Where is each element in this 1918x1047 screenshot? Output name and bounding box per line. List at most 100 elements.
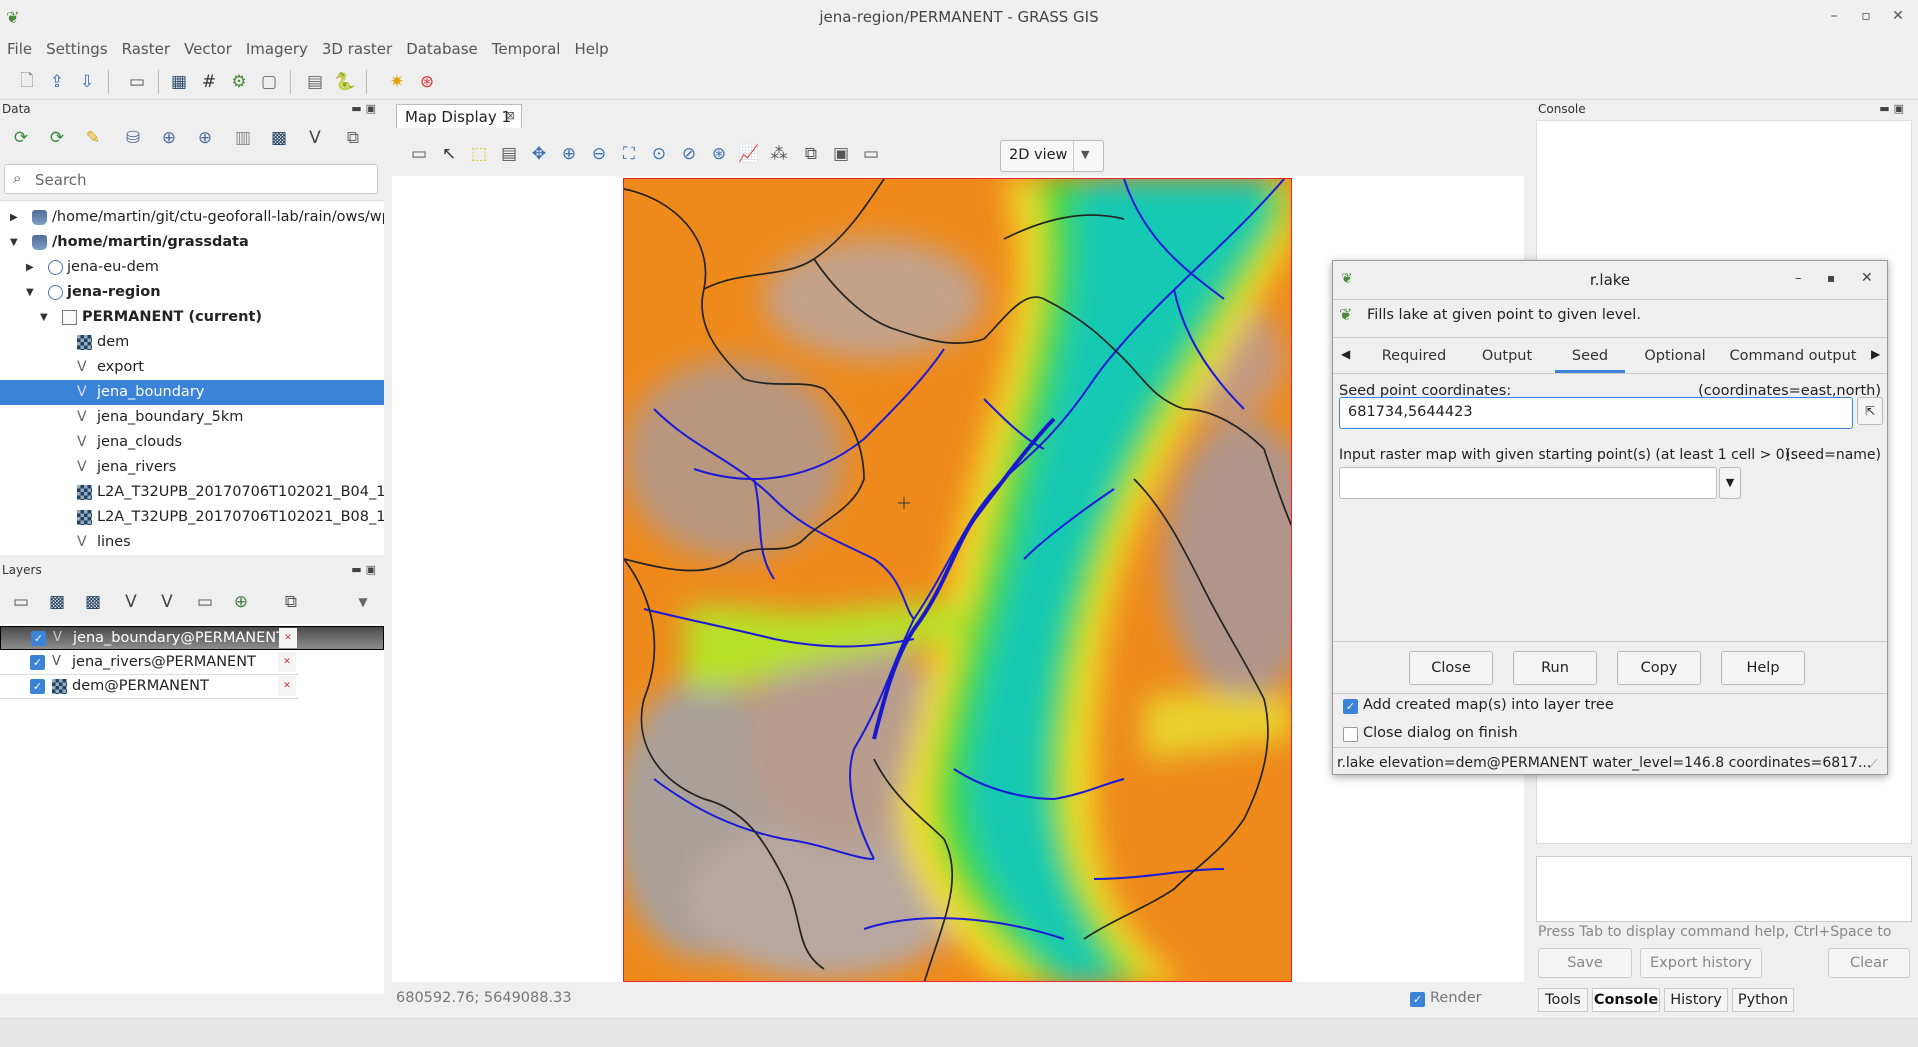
tree-item-grassdata[interactable]: ▼ /home/martin/grassdata <box>0 230 384 255</box>
tab-tools[interactable]: Tools <box>1538 988 1588 1012</box>
reload-current-icon[interactable]: ⟳ <box>44 125 70 151</box>
close-button[interactable]: ✕ <box>1888 8 1908 24</box>
zoom-region-icon[interactable]: ⊙ <box>646 141 672 167</box>
pan-icon[interactable]: ✥ <box>526 141 552 167</box>
add-to-tree-checkbox[interactable]: ✓ <box>1343 699 1358 714</box>
dialog-close-button[interactable]: ✕ <box>1861 270 1873 286</box>
layer-options-icon[interactable]: ✕ <box>278 676 296 696</box>
settings-gear-icon[interactable]: ✷ <box>384 69 410 95</box>
tab-console[interactable]: Console <box>1592 988 1660 1012</box>
layer-dem[interactable]: ✓ dem@PERMANENT ✕ <box>0 675 298 699</box>
tree-item-l2a-b04[interactable]: L2A_T32UPB_20170706T102021_B04_10m <box>0 480 384 505</box>
reload-icon[interactable]: ⟳ <box>8 125 34 151</box>
zoom-menu-icon[interactable]: ⊛ <box>706 141 732 167</box>
minimize-button[interactable]: – <box>1824 8 1844 24</box>
search-field[interactable]: ⌕ Search <box>4 164 378 194</box>
maximize-button[interactable]: ▫ <box>1856 8 1876 24</box>
save-image-icon[interactable]: ⧉ <box>798 141 824 167</box>
new-map-display-icon[interactable]: ▭ <box>124 69 150 95</box>
menu-imagery[interactable]: Imagery <box>239 36 315 62</box>
seed-coordinates-input[interactable]: 681734,5644423 <box>1339 397 1853 429</box>
import-raster-icon[interactable]: ▩ <box>266 125 292 151</box>
layers-panel-controls[interactable]: ▬▣ <box>351 561 380 579</box>
link-data-icon[interactable]: ⧉ <box>340 125 366 151</box>
add-location-icon[interactable]: ⊕ <box>156 125 182 151</box>
print-icon[interactable]: ▣ <box>828 141 854 167</box>
tree-item-lines[interactable]: V lines <box>0 530 384 555</box>
download-location-icon[interactable]: ⊕ <box>192 125 218 151</box>
tabs-right-arrow-icon[interactable]: ▶ <box>1871 347 1880 361</box>
map-render[interactable] <box>623 178 1292 982</box>
tree-item-l2a-b08[interactable]: L2A_T32UPB_20170706T102021_B08_10m <box>0 505 384 530</box>
save-workspace-icon[interactable]: ⇩ <box>74 69 100 95</box>
tree-item-jena-region[interactable]: ▼ jena-region <box>0 280 384 305</box>
tree-item-jena-rivers[interactable]: V jena_rivers <box>0 455 384 480</box>
zoom-back-icon[interactable]: ⊘ <box>676 141 702 167</box>
layer-visible-checkbox[interactable]: ✓ <box>31 631 46 646</box>
add-map-layers-icon[interactable]: ▭ <box>8 589 34 615</box>
tab-required[interactable]: Required <box>1369 341 1459 373</box>
import-vector-icon[interactable]: V <box>302 125 328 151</box>
add-group-icon[interactable]: ▭ <box>192 589 218 615</box>
tree-item-dem[interactable]: dem <box>0 330 384 355</box>
add-mapset-icon[interactable]: ▥ <box>230 125 256 151</box>
map-window-icon[interactable]: ▭ <box>858 141 884 167</box>
add-vector-misc-icon[interactable]: V <box>154 589 180 615</box>
graphical-modeler-icon[interactable]: ⚙ <box>226 69 252 95</box>
zoom-extent-icon[interactable]: ⛶ <box>616 141 642 167</box>
tab-output[interactable]: Output <box>1467 341 1547 373</box>
new-workspace-icon[interactable]: 🗋 <box>14 69 40 95</box>
data-panel-controls[interactable]: ▬▣ <box>351 100 380 118</box>
decorations-icon[interactable]: ⁂ <box>766 141 792 167</box>
export-history-button[interactable]: Export history <box>1640 948 1762 978</box>
console-clear-button[interactable]: Clear <box>1828 948 1910 978</box>
tab-map-display-1[interactable]: Map Display 1 ⊠ <box>396 104 522 128</box>
close-tab-icon[interactable]: ⊠ <box>506 109 515 122</box>
georectifier-icon[interactable]: ▦ <box>166 69 192 95</box>
close-on-finish-checkbox[interactable] <box>1343 727 1358 742</box>
menu-database[interactable]: Database <box>399 36 485 62</box>
add-raster-icon[interactable]: ▩ <box>44 589 70 615</box>
analyze-icon[interactable]: 📈 <box>736 141 762 167</box>
tabs-left-arrow-icon[interactable]: ◀ <box>1341 347 1350 361</box>
add-overlay-icon[interactable]: ⊕ <box>228 589 254 615</box>
dialog-run-button[interactable]: Run <box>1513 651 1597 685</box>
layer-visible-checkbox[interactable]: ✓ <box>30 679 45 694</box>
collapse-arrow-icon[interactable]: ▼ <box>10 230 18 255</box>
menu-settings[interactable]: Settings <box>39 36 115 62</box>
seed-raster-select[interactable] <box>1339 467 1717 499</box>
dialog-maximize-button[interactable]: ▪ <box>1827 271 1835 285</box>
collapse-arrow-icon[interactable]: ▼ <box>26 280 34 305</box>
script-icon[interactable]: ▤ <box>302 69 328 95</box>
expand-arrow-icon[interactable]: ▶ <box>26 255 34 280</box>
tab-python[interactable]: Python <box>1732 988 1794 1012</box>
zoom-in-icon[interactable]: ⊕ <box>556 141 582 167</box>
layer-jena-boundary[interactable]: ✓ V jena_boundary@PERMANENT ✕ <box>0 626 384 650</box>
dialog-close-btn[interactable]: Close <box>1409 651 1493 685</box>
layer-visible-checkbox[interactable]: ✓ <box>30 655 45 670</box>
dialog-help-button[interactable]: Help <box>1721 651 1805 685</box>
tab-command-output[interactable]: Command output <box>1725 341 1861 373</box>
tree-item-grassdb-ows[interactable]: ▶ /home/martin/git/ctu-geoforall-lab/rai… <box>0 205 384 230</box>
tree-item-permanent[interactable]: ▼ PERMANENT (current) <box>0 305 384 330</box>
tab-optional[interactable]: Optional <box>1633 341 1717 373</box>
layer-options-icon[interactable]: ✕ <box>278 652 296 672</box>
layer-jena-rivers[interactable]: ✓ V jena_rivers@PERMANENT ✕ <box>0 651 298 675</box>
add-database-icon[interactable]: ⛁ <box>120 125 146 151</box>
layer-options-icon[interactable]: ✕ <box>279 628 297 648</box>
tab-seed[interactable]: Seed <box>1555 341 1625 373</box>
dialog-minimize-button[interactable]: – <box>1795 271 1802 286</box>
menu-raster[interactable]: Raster <box>115 36 177 62</box>
menu-3d-raster[interactable]: 3D raster <box>315 36 399 62</box>
menu-vector[interactable]: Vector <box>177 36 239 62</box>
expand-arrow-icon[interactable]: ▶ <box>10 205 18 230</box>
animation-icon[interactable]: ▢ <box>256 69 282 95</box>
more-arrow-icon[interactable]: ▼ <box>350 589 376 615</box>
zoom-out-icon[interactable]: ⊖ <box>586 141 612 167</box>
render-checkbox[interactable]: ✓ <box>1410 992 1425 1007</box>
tree-item-jena-boundary-5km[interactable]: V jena_boundary_5km <box>0 405 384 430</box>
query-icon[interactable]: ▤ <box>496 141 522 167</box>
dialog-copy-button[interactable]: Copy <box>1617 651 1701 685</box>
tree-item-jena-eu-dem[interactable]: ▶ jena-eu-dem <box>0 255 384 280</box>
console-save-button[interactable]: Save <box>1538 948 1632 978</box>
